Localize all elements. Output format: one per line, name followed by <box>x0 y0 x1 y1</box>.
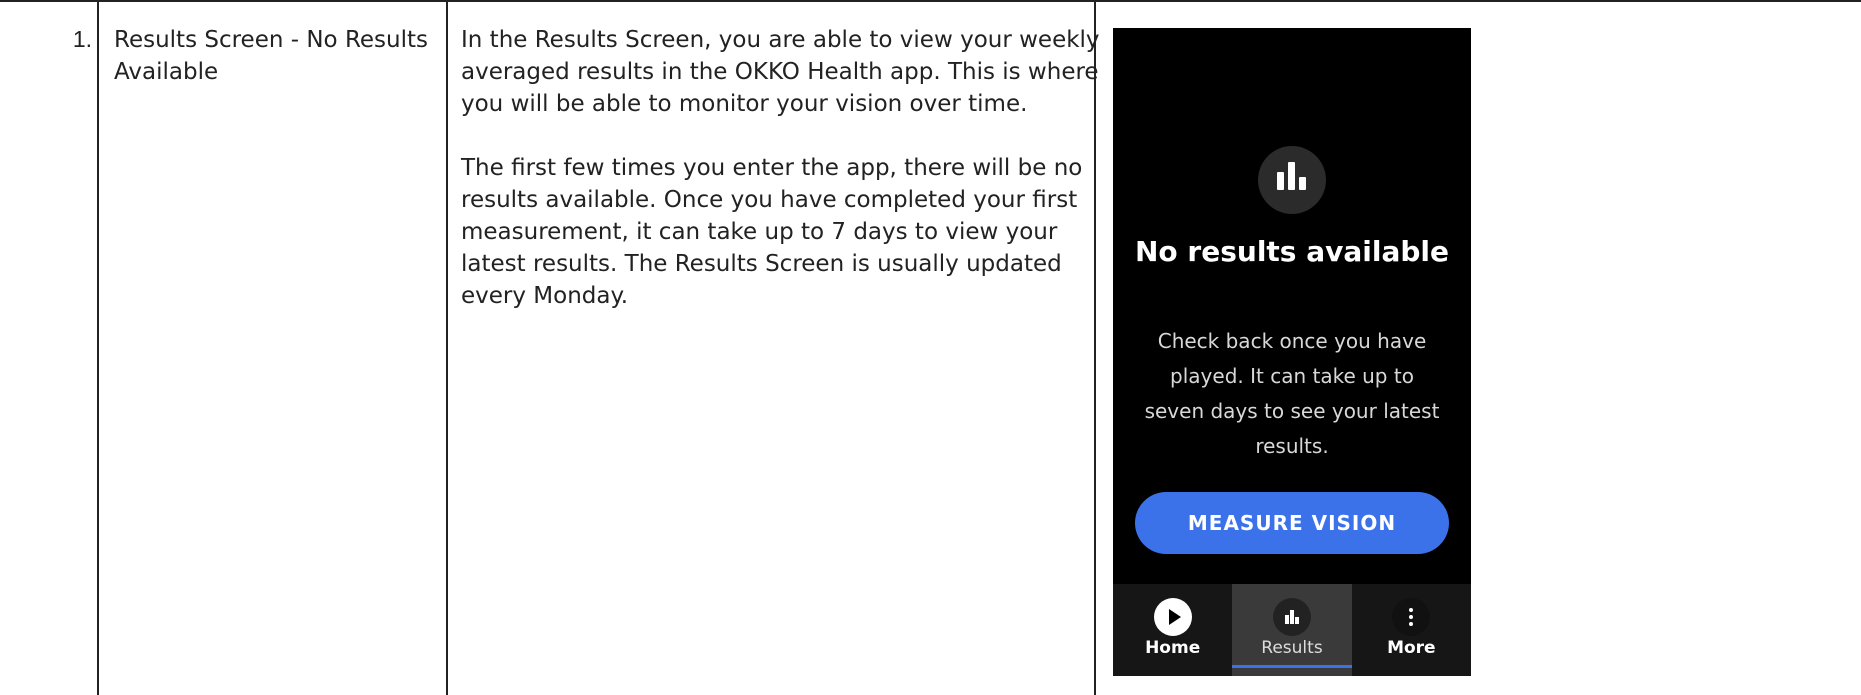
bar-chart-icon <box>1258 146 1326 214</box>
column-divider <box>97 2 99 695</box>
instruction-table: 1. Results Screen - No Results Available… <box>0 0 1861 695</box>
row-description: In the Results Screen, you are able to v… <box>461 24 1101 344</box>
column-divider <box>446 2 448 695</box>
nav-label: Results <box>1261 638 1323 658</box>
play-icon <box>1153 598 1192 636</box>
more-vertical-icon <box>1392 598 1431 636</box>
empty-state-message: Check back once you have played. It can … <box>1144 329 1440 458</box>
row-number: 1. <box>72 26 92 52</box>
description-paragraph: In the Results Screen, you are able to v… <box>461 27 1100 117</box>
bar-chart-icon <box>1272 598 1311 636</box>
results-screen-screenshot: No results available Check back once you… <box>1113 28 1471 676</box>
nav-item-results[interactable]: Results <box>1232 584 1352 676</box>
nav-item-home[interactable]: Home <box>1113 584 1232 676</box>
nav-item-more[interactable]: More <box>1352 584 1471 676</box>
empty-state-title: No results available <box>1135 235 1449 268</box>
bottom-navigation: Home Results More <box>1113 584 1471 676</box>
row-title: Results Screen - No Results Available <box>114 27 428 85</box>
nav-label: More <box>1387 638 1436 658</box>
measure-vision-button[interactable]: MEASURE VISION <box>1135 492 1449 554</box>
description-paragraph: The first few times you enter the app, t… <box>461 155 1083 309</box>
nav-label: Home <box>1145 638 1201 658</box>
